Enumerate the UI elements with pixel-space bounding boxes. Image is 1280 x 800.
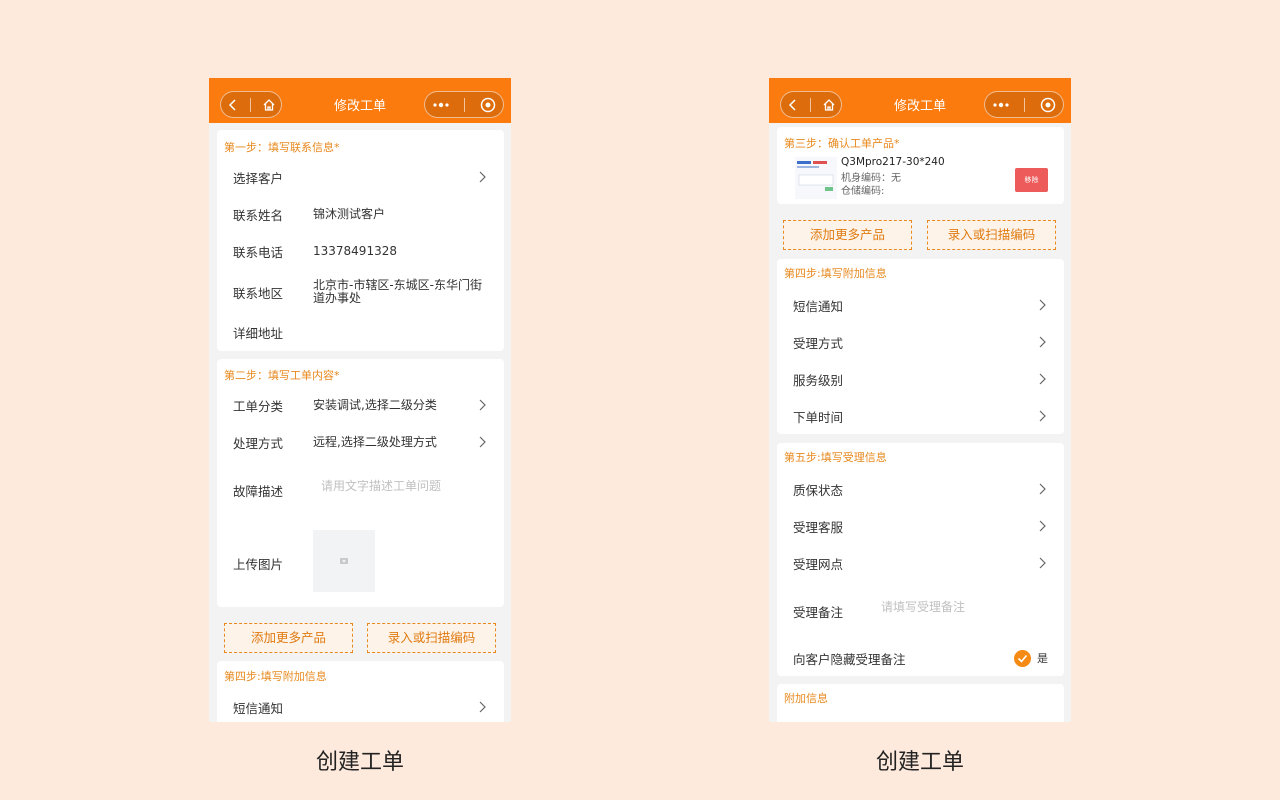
chevron-right-icon xyxy=(1039,520,1046,532)
chevron-right-icon xyxy=(1039,336,1046,348)
close-target-icon[interactable] xyxy=(480,97,496,113)
warranty-status-row[interactable]: 质保状态 xyxy=(777,471,1064,507)
contact-name-value: 锦沐测试客户 xyxy=(313,206,386,221)
row-label: 受理方式 xyxy=(793,335,844,351)
contact-region-value: 北京市-市辖区-东城区-东华门街道办事处 xyxy=(313,278,482,305)
caption-left: 创建工单 xyxy=(315,750,404,775)
accept-info-card: 第五步:填写受理信息 质保状态 受理客服 受理网点 受理备注 请填写受理备注 向… xyxy=(777,443,1064,676)
row-label: 受理备注 xyxy=(793,604,844,620)
service-level-row[interactable]: 服务级别 xyxy=(777,361,1064,397)
step4-title: 第四步:填写附加信息 xyxy=(784,267,887,280)
row-label: 受理客服 xyxy=(793,519,844,535)
step5-title: 第五步:填写受理信息 xyxy=(784,451,887,464)
row-label: 质保状态 xyxy=(793,482,844,498)
row-label: 短信通知 xyxy=(793,298,844,314)
row-label: 联系电话 xyxy=(233,244,284,260)
step3-title: 第三步：确认工单产品* xyxy=(784,137,900,150)
accept-agent-row[interactable]: 受理客服 xyxy=(777,508,1064,544)
close-target-icon[interactable] xyxy=(1040,97,1056,113)
nav-capsule-right xyxy=(424,91,504,118)
checked-icon[interactable] xyxy=(1014,650,1031,667)
chevron-right-icon xyxy=(1039,410,1046,422)
chevron-right-icon xyxy=(1039,557,1046,569)
contact-info-card: 第一步：填写联系信息* 选择客户 联系姓名 锦沐测试客户 联系电话 133784… xyxy=(217,130,504,351)
product-card: 第三步：确认工单产品* Q3Mpro217-30*240 机身编码：无 仓储编码… xyxy=(777,127,1064,204)
nav-capsule-right xyxy=(984,91,1064,118)
nav-bar: 修改工单 xyxy=(769,78,1071,123)
chevron-right-icon xyxy=(479,701,486,713)
product-storage-code: 仓储编码: xyxy=(841,186,885,197)
row-label: 向客户隐藏受理备注 xyxy=(793,651,906,667)
sms-notify-row[interactable]: 短信通知 xyxy=(777,287,1064,323)
row-label: 联系姓名 xyxy=(233,207,284,223)
row-label: 工单分类 xyxy=(233,398,284,414)
step1-title: 第一步：填写联系信息* xyxy=(224,141,340,154)
row-label: 选择客户 xyxy=(233,170,284,186)
caption-right: 创建工单 xyxy=(875,750,964,775)
more-icon[interactable] xyxy=(992,102,1010,108)
chevron-right-icon xyxy=(479,436,486,448)
order-category-row[interactable]: 工单分类 安装调试,选择二级分类 xyxy=(217,387,504,423)
row-label: 服务级别 xyxy=(793,372,844,388)
row-label: 联系地区 xyxy=(233,285,284,301)
nav-bar: 修改工单 xyxy=(209,78,511,123)
step4-title: 第四步:填写附加信息 xyxy=(224,670,327,683)
step2-title: 第二步：填写工单内容* xyxy=(224,369,340,382)
divider xyxy=(1024,97,1026,112)
scan-code-button[interactable]: 录入或扫描编码 xyxy=(927,220,1056,250)
contact-region-row[interactable]: 联系地区 北京市-市辖区-东城区-东华门街道办事处 xyxy=(217,274,504,310)
hide-remark-row[interactable]: 向客户隐藏受理备注 是 xyxy=(777,640,1064,676)
chevron-right-icon xyxy=(479,399,486,411)
handling-method-value: 远程,选择二级处理方式 xyxy=(313,434,437,449)
remove-product-button[interactable]: 移除 xyxy=(1015,168,1048,192)
hide-remark-value: 是 xyxy=(1037,652,1048,665)
order-time-row[interactable]: 下单时间 xyxy=(777,398,1064,434)
additional-info-card: 附加信息 xyxy=(777,684,1064,722)
contact-phone-value: 13378491328 xyxy=(313,243,397,258)
order-content-card: 第二步：填写工单内容* 工单分类 安装调试,选择二级分类 处理方式 远程,选择二… xyxy=(217,359,504,607)
sms-notify-row[interactable]: 短信通知 xyxy=(217,689,504,722)
order-category-value: 安装调试,选择二级分类 xyxy=(313,397,437,412)
row-label: 故障描述 xyxy=(233,483,284,499)
more-icon[interactable] xyxy=(432,102,450,108)
row-label: 短信通知 xyxy=(233,700,284,716)
accept-method-row[interactable]: 受理方式 xyxy=(777,324,1064,360)
phone-screen-right: 修改工单 第三步：确认工单产品* Q3Mpro217-30*240 机身编码：无… xyxy=(769,78,1071,722)
row-label: 上传图片 xyxy=(233,556,284,572)
detail-address-row[interactable]: 详细地址 xyxy=(217,314,504,350)
handling-method-row[interactable]: 处理方式 远程,选择二级处理方式 xyxy=(217,424,504,460)
accept-remark-input[interactable]: 请填写受理备注 xyxy=(881,598,965,615)
product-name: Q3Mpro217-30*240 xyxy=(841,156,945,168)
extra-info-card: 第四步:填写附加信息 短信通知 受理方式 服务级别 下单时间 xyxy=(777,259,1064,434)
accept-outlet-row[interactable]: 受理网点 xyxy=(777,545,1064,581)
add-more-products-button[interactable]: 添加更多产品 xyxy=(783,220,912,250)
chevron-right-icon xyxy=(1039,299,1046,311)
fault-description-input[interactable]: 请用文字描述工单问题 xyxy=(321,477,441,494)
camera-icon xyxy=(340,558,348,564)
add-more-products-button[interactable]: 添加更多产品 xyxy=(224,623,353,653)
chevron-right-icon xyxy=(479,171,486,183)
extra-info-card: 第四步:填写附加信息 短信通知 xyxy=(217,661,504,722)
extra-info-title: 附加信息 xyxy=(784,692,828,705)
contact-name-row[interactable]: 联系姓名 锦沐测试客户 xyxy=(217,196,504,232)
upload-image-box[interactable] xyxy=(313,530,375,592)
row-label: 处理方式 xyxy=(233,435,284,451)
row-label: 详细地址 xyxy=(233,325,284,341)
chevron-right-icon xyxy=(1039,373,1046,385)
select-customer-row[interactable]: 选择客户 xyxy=(217,159,504,195)
scan-code-button[interactable]: 录入或扫描编码 xyxy=(367,623,496,653)
divider xyxy=(464,97,466,112)
chevron-right-icon xyxy=(1039,483,1046,495)
row-label: 受理网点 xyxy=(793,556,844,572)
contact-phone-row[interactable]: 联系电话 13378491328 xyxy=(217,233,504,269)
row-label: 下单时间 xyxy=(793,409,844,425)
product-image xyxy=(795,157,837,199)
phone-screen-left: 修改工单 第一步：填写联系信息* 选择客户 联系姓名 锦沐测试客户 联系电话 1… xyxy=(209,78,511,722)
